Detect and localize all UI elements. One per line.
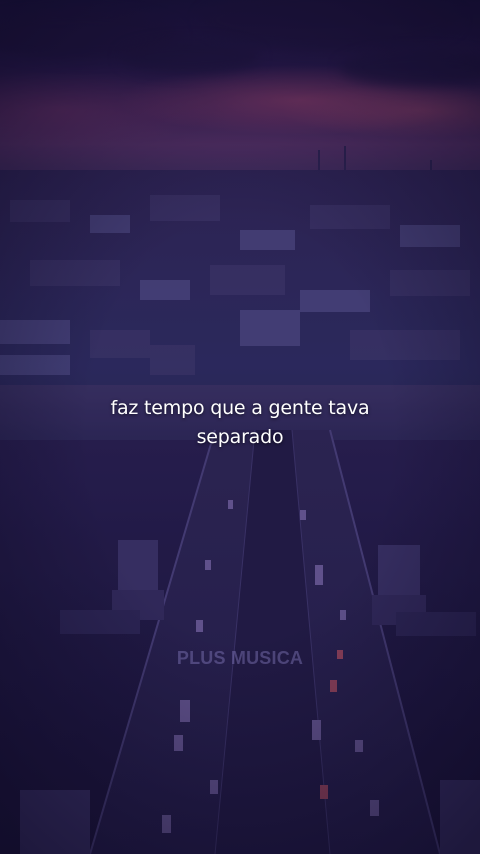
lyric-caption: faz tempo que a gente tava separado	[40, 394, 440, 452]
channel-watermark: PLUS MUSICA	[176, 648, 304, 668]
lyric-line-1: faz tempo que a gente tava	[110, 397, 370, 419]
lyric-line-2: separado	[196, 426, 284, 448]
video-frame: faz tempo que a gente tava separado PLUS…	[0, 0, 480, 854]
